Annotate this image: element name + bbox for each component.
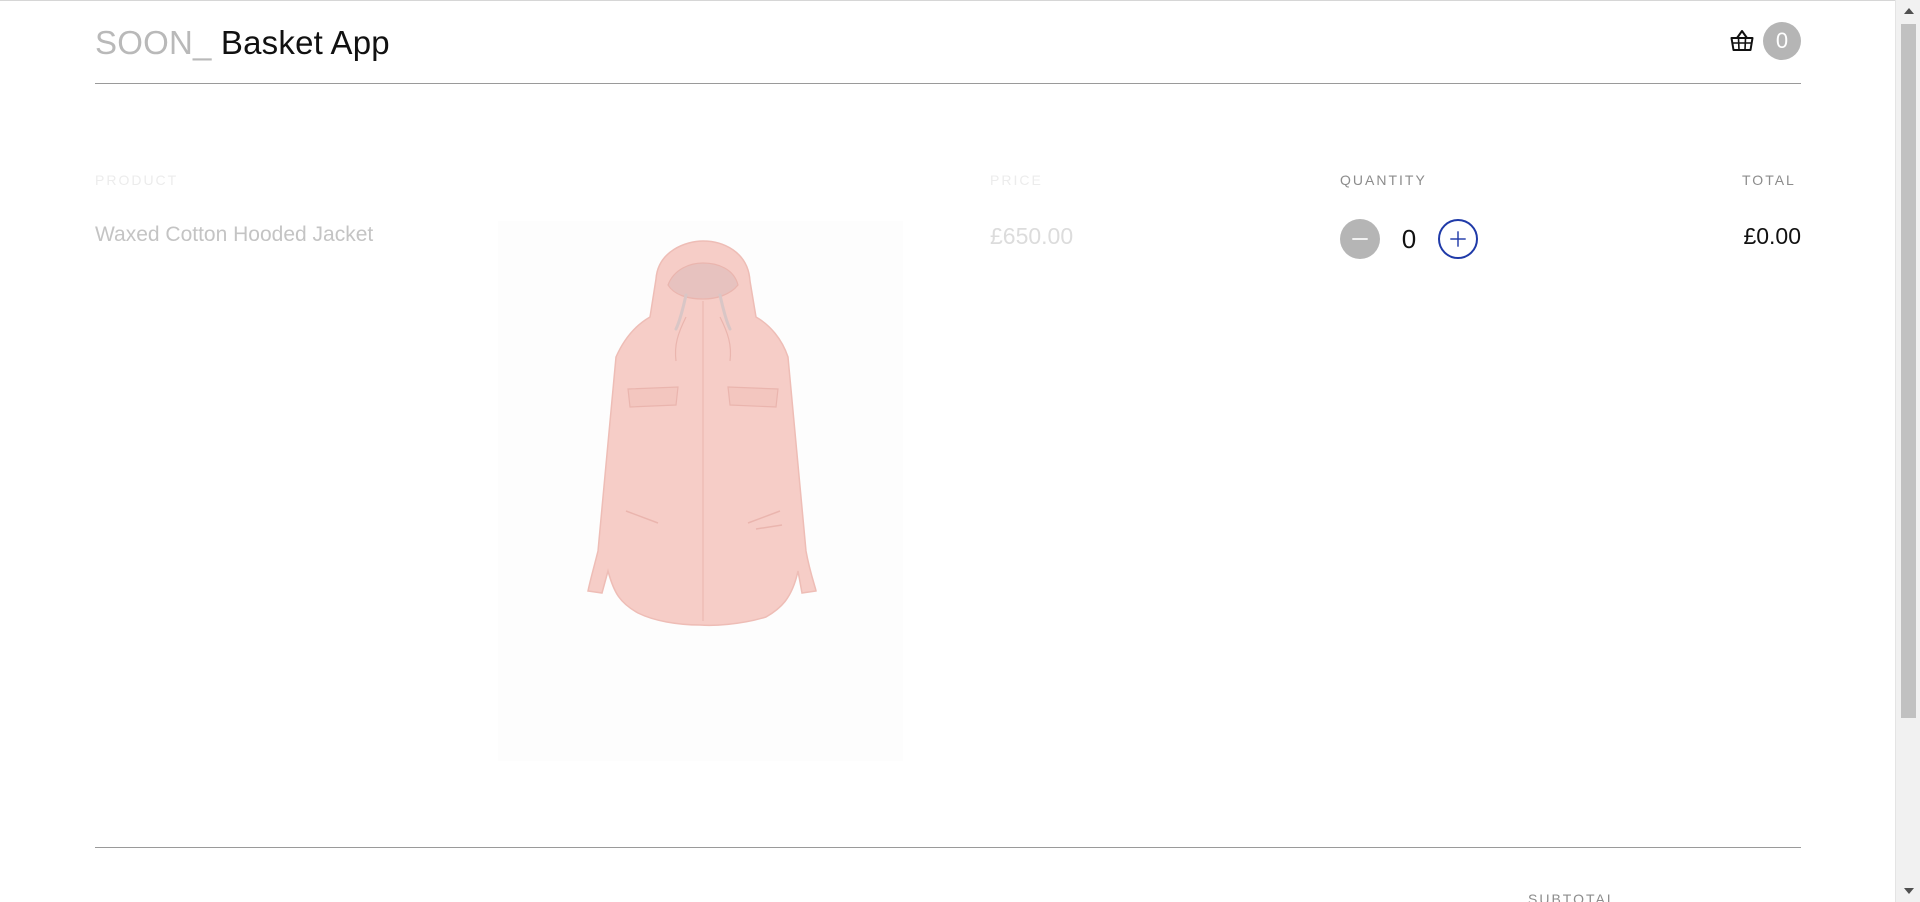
decrease-quantity-button[interactable]: [1340, 219, 1380, 259]
scroll-up-icon: [1903, 8, 1914, 14]
column-header-price: PRICE: [990, 172, 1043, 188]
basket-count-badge: 0: [1763, 22, 1801, 60]
product-name: Waxed Cotton Hooded Jacket: [95, 223, 374, 246]
divider: [95, 847, 1801, 848]
page: SOON_ Basket App 0 PRODUCT PRICE QUANTIT…: [0, 0, 1895, 902]
column-header-product: PRODUCT: [95, 172, 179, 188]
plus-icon: [1450, 231, 1466, 247]
app-title: SOON_ Basket App: [95, 24, 390, 62]
app-header: SOON_ Basket App 0: [95, 2, 1801, 84]
product-price: £650.00: [990, 223, 1074, 249]
basket-button[interactable]: 0: [1729, 22, 1801, 60]
scrollbar-thumb[interactable]: [1901, 24, 1916, 718]
column-header-total: TOTAL: [1742, 172, 1796, 188]
subtotal-label: SUBTOTAL: [1528, 891, 1617, 902]
brand-prefix: SOON_: [95, 24, 212, 61]
brand-name: Basket App: [211, 24, 390, 61]
quantity-stepper: 0: [1340, 219, 1478, 259]
scroll-up-arrow[interactable]: [1896, 2, 1920, 20]
basket-icon: [1729, 28, 1755, 54]
increase-quantity-button[interactable]: [1438, 219, 1478, 259]
scroll-down-icon: [1903, 888, 1914, 894]
scroll-down-arrow[interactable]: [1896, 882, 1920, 900]
minus-icon: [1352, 238, 1368, 240]
hooded-jacket-image: [587, 240, 817, 627]
product-image: [498, 221, 903, 761]
vertical-scrollbar[interactable]: [1895, 0, 1920, 902]
line-total: £0.00: [1743, 223, 1801, 249]
quantity-value: 0: [1401, 223, 1417, 254]
column-header-quantity: QUANTITY: [1340, 172, 1427, 188]
